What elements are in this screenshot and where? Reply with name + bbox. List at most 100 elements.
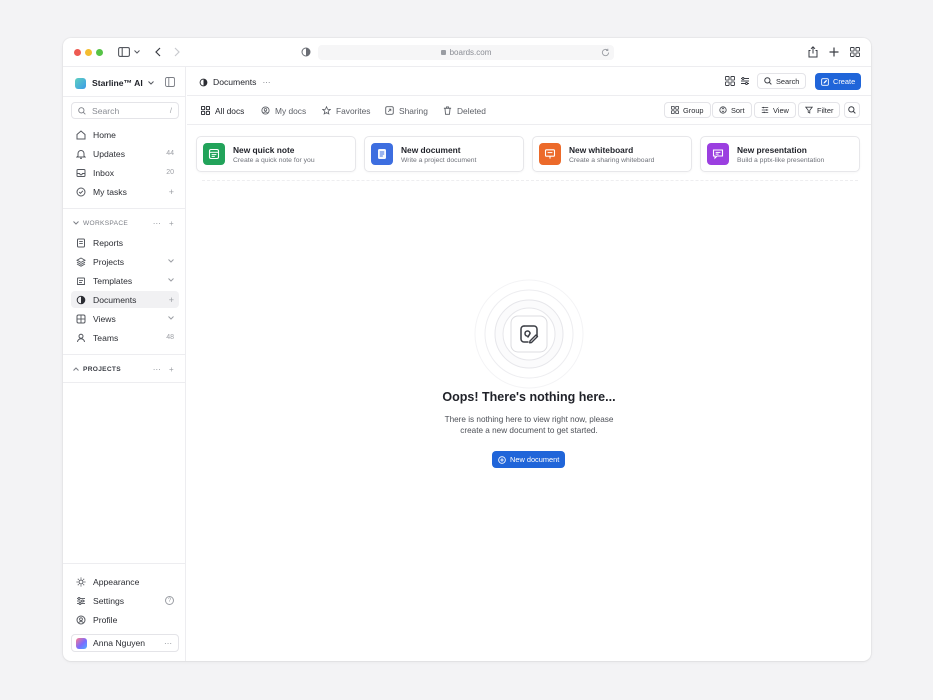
sidebar-item-views[interactable]: Views <box>71 310 179 327</box>
close-window-button[interactable] <box>74 49 81 56</box>
sidebar-toggle-icon[interactable] <box>117 45 131 59</box>
url-text: boards.com <box>449 48 492 57</box>
chevron-down-icon[interactable] <box>168 258 174 265</box>
privacy-shield-icon[interactable] <box>299 45 313 59</box>
new-document-button-label: New document <box>510 455 560 464</box>
workspace-section-title: WORKSPACE <box>83 219 129 227</box>
avatar <box>76 637 87 649</box>
search-shortcut: / <box>169 106 172 115</box>
user-account-button[interactable]: Anna Nguyen ⋯ <box>71 634 179 652</box>
search-placeholder: Search <box>92 105 120 116</box>
document-icon <box>199 78 208 87</box>
sidebar-item-label: Settings <box>93 595 125 606</box>
new-document-button[interactable]: New document <box>492 451 566 468</box>
grid-icon <box>201 106 210 115</box>
sliders-icon <box>76 596 86 606</box>
create-button[interactable]: Create <box>815 73 862 90</box>
list-view-icon[interactable] <box>740 76 750 86</box>
minimize-window-button[interactable] <box>85 49 92 56</box>
divider <box>63 354 186 355</box>
maximize-window-button[interactable] <box>96 49 103 56</box>
new-presentation-card[interactable]: New presentation Build a pptx-like prese… <box>700 136 860 172</box>
collapse-sidebar-icon[interactable] <box>165 77 175 87</box>
sidebar-item-appearance[interactable]: Appearance <box>71 573 179 590</box>
forward-icon[interactable] <box>170 45 184 59</box>
search-button-label: Search <box>776 76 800 86</box>
chevron-down-icon[interactable] <box>168 315 174 322</box>
chevron-down-icon[interactable] <box>132 45 142 59</box>
url-bar[interactable]: boards.com <box>318 45 614 60</box>
group-button[interactable]: Group <box>664 102 711 118</box>
sidebar: Starline™ AI Search / Home Updates 44 In… <box>63 67 186 661</box>
add-icon[interactable]: + <box>169 219 174 228</box>
sidebar-item-templates[interactable]: Templates <box>71 272 179 289</box>
teams-count-badge: 48 <box>166 334 174 341</box>
sidebar-item-profile[interactable]: Profile <box>71 611 179 628</box>
chevron-down-icon[interactable] <box>168 277 174 284</box>
tab-all-docs[interactable]: All docs <box>201 104 244 117</box>
chevron-down-icon <box>147 81 154 85</box>
sidebar-item-settings[interactable]: Settings ? <box>71 592 179 609</box>
sidebar-item-projects[interactable]: Projects <box>71 253 179 270</box>
sidebar-item-label: Templates <box>93 275 133 286</box>
tab-label: My docs <box>275 105 307 116</box>
search-docs-button[interactable] <box>844 102 860 118</box>
search-button[interactable]: Search <box>757 73 807 89</box>
view-button[interactable]: View <box>754 102 796 118</box>
projects-section-header[interactable]: PROJECTS ⋯ + <box>71 363 179 375</box>
cards-divider <box>202 180 858 181</box>
card-title: New whiteboard <box>569 145 634 155</box>
workspace-switcher[interactable]: Starline™ AI <box>75 76 154 90</box>
help-icon[interactable]: ? <box>165 596 174 605</box>
add-document-button[interactable]: + <box>169 295 174 305</box>
star-icon <box>322 106 331 115</box>
empty-state-line: create a new document to get started. <box>460 426 598 435</box>
sort-button[interactable]: Sort <box>712 102 752 118</box>
page-title: Documents <box>213 77 257 87</box>
template-icon <box>76 276 86 286</box>
group-icon <box>671 106 679 114</box>
filter-button[interactable]: Filter <box>798 102 841 118</box>
empty-state-title: Oops! There's nothing here... <box>442 390 616 404</box>
tab-overview-icon[interactable] <box>848 45 862 59</box>
sidebar-item-teams[interactable]: Teams 48 <box>71 329 179 346</box>
sidebar-item-home[interactable]: Home <box>71 126 179 143</box>
sidebar-item-label: Reports <box>93 237 124 248</box>
back-icon[interactable] <box>151 45 165 59</box>
view-icon <box>761 106 769 114</box>
app-window: boards.com Starline™ AI Search / Home Up… <box>63 38 871 661</box>
more-icon[interactable]: ⋯ <box>153 219 161 228</box>
tab-label: All docs <box>215 105 245 116</box>
tab-favorites[interactable]: Favorites <box>322 104 370 117</box>
share-icon[interactable] <box>806 45 820 59</box>
user-icon <box>76 333 86 343</box>
sidebar-item-reports[interactable]: Reports <box>71 234 179 251</box>
sidebar-item-label: My tasks <box>93 186 127 197</box>
more-icon[interactable]: ⋯ <box>262 78 270 87</box>
sidebar-search-input[interactable]: Search / <box>71 102 179 119</box>
new-whiteboard-card[interactable]: New whiteboard Create a sharing whiteboa… <box>532 136 692 172</box>
sidebar-item-my-tasks[interactable]: My tasks + <box>71 183 179 200</box>
grid-view-icon[interactable] <box>725 76 735 86</box>
add-icon[interactable]: + <box>169 365 174 374</box>
empty-state-illustration <box>473 278 585 390</box>
new-tab-icon[interactable] <box>827 45 841 59</box>
more-icon[interactable]: ⋯ <box>153 365 161 374</box>
sort-button-label: Sort <box>731 105 745 115</box>
tab-sharing[interactable]: Sharing <box>385 104 428 117</box>
grid-icon <box>76 314 86 324</box>
sidebar-item-label: Teams <box>93 332 119 343</box>
tab-deleted[interactable]: Deleted <box>443 104 486 117</box>
reload-icon[interactable] <box>598 45 612 59</box>
sidebar-item-documents[interactable]: Documents + <box>71 291 179 308</box>
new-quick-note-card[interactable]: New quick note Create a quick note for y… <box>196 136 356 172</box>
workspace-section-header[interactable]: WORKSPACE ⋯ + <box>71 217 179 229</box>
tab-label: Sharing <box>399 105 428 116</box>
more-icon[interactable]: ⋯ <box>164 639 172 648</box>
share-icon <box>385 106 394 115</box>
tab-my-docs[interactable]: My docs <box>261 104 306 117</box>
sidebar-item-inbox[interactable]: Inbox 20 <box>71 164 179 181</box>
new-document-card[interactable]: New document Write a project document <box>364 136 524 172</box>
add-task-button[interactable]: + <box>169 187 174 197</box>
sidebar-item-updates[interactable]: Updates 44 <box>71 145 179 162</box>
